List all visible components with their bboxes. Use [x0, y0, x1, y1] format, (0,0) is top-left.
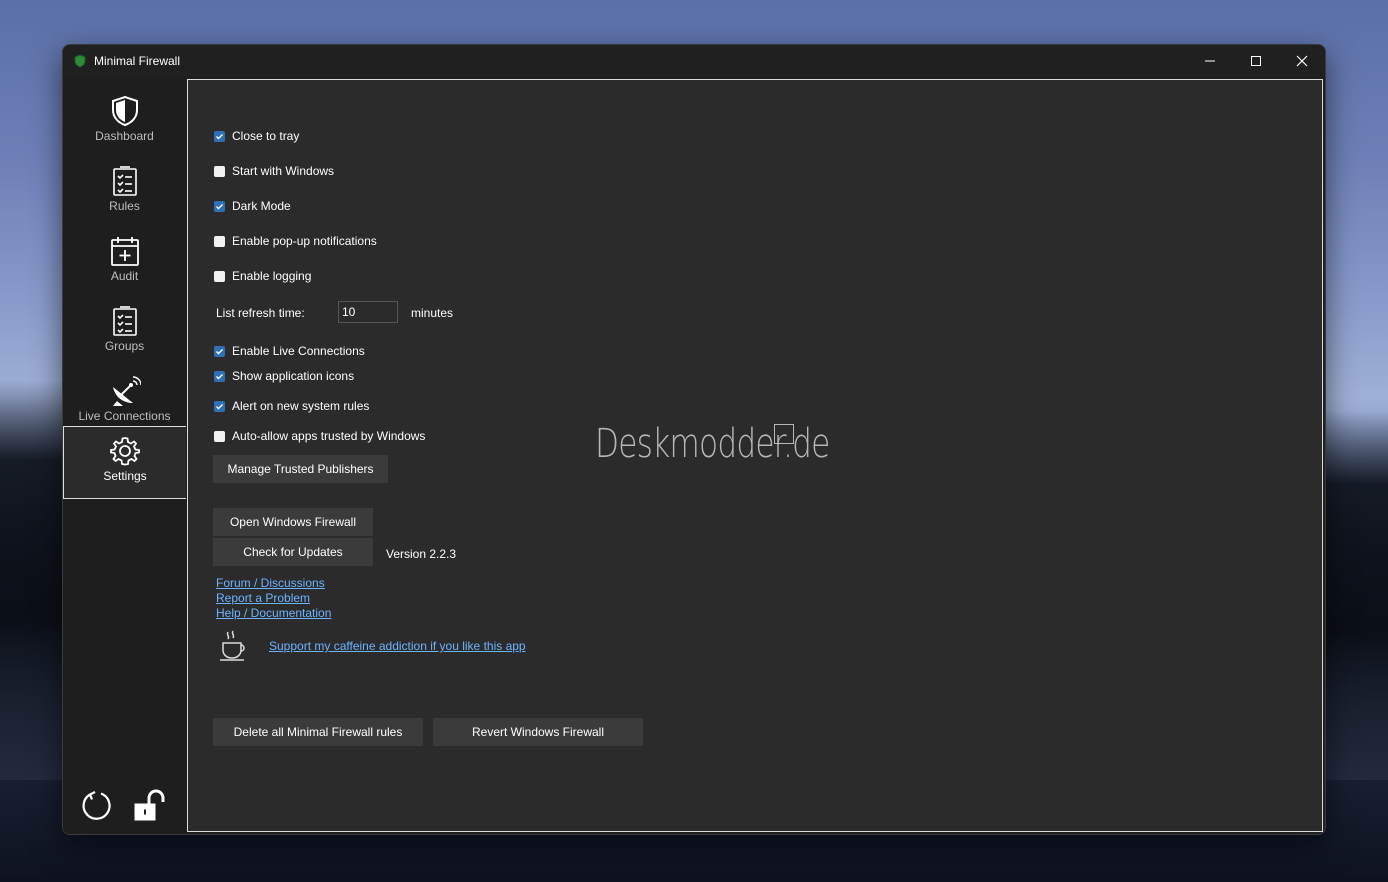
window-title: Minimal Firewall: [94, 54, 181, 68]
checkbox-label: Show application icons: [232, 369, 355, 383]
checkbox-unchecked[interactable]: [214, 165, 225, 177]
version-label: Version 2.2.3: [386, 547, 457, 561]
checklist-icon: [112, 306, 137, 336]
revert-windows-firewall-button[interactable]: Revert Windows Firewall: [433, 718, 643, 746]
sidebar-item-label: Live Connections: [78, 409, 171, 423]
maximize-icon: [1251, 56, 1261, 66]
checkbox-unchecked[interactable]: [214, 235, 225, 247]
checkbox-label: Auto-allow apps trusted by Windows: [232, 429, 426, 443]
forum-link[interactable]: Forum / Discussions: [216, 576, 325, 590]
sidebar-item-label: Rules: [109, 199, 140, 213]
checkbox-label: Enable logging: [232, 269, 312, 283]
sidebar-item-label: Groups: [104, 339, 145, 353]
satellite-dish-icon: [112, 376, 141, 406]
popup-notifications-checkbox[interactable]: Enable pop-up notifications: [214, 234, 377, 248]
close-button[interactable]: [1279, 45, 1325, 77]
logging-checkbox[interactable]: Enable logging: [214, 269, 311, 283]
live-connections-checkbox[interactable]: Enable Live Connections: [214, 344, 365, 358]
checkbox-label: Enable pop-up notifications: [232, 234, 377, 248]
start-with-windows-checkbox[interactable]: Start with Windows: [214, 164, 334, 178]
checkbox-checked[interactable]: [214, 370, 225, 382]
minimize-button[interactable]: [1187, 45, 1233, 77]
report-problem-link[interactable]: Report a Problem: [216, 591, 310, 605]
unlock-icon[interactable]: [132, 788, 168, 824]
watermark-text: Deskmodder.de: [595, 421, 830, 467]
settings-panel: Close to tray Start with Windows Dark Mo…: [187, 79, 1323, 832]
auto-allow-checkbox[interactable]: Auto-allow apps trusted by Windows: [214, 429, 425, 443]
help-link[interactable]: Help / Documentation: [216, 606, 331, 620]
checkbox-label: Close to tray: [232, 129, 300, 143]
shield-icon: [111, 95, 138, 127]
checkbox-checked[interactable]: [214, 130, 225, 142]
sidebar-item-label: Settings: [103, 469, 147, 483]
app-shield-icon: [74, 54, 86, 68]
checkbox-checked[interactable]: [214, 345, 225, 357]
checkbox-label: Alert on new system rules: [232, 399, 370, 413]
sidebar-item-rules[interactable]: Rules: [63, 157, 186, 227]
checklist-icon: [112, 166, 137, 196]
title-bar[interactable]: Minimal Firewall: [63, 45, 1325, 77]
checkbox-unchecked[interactable]: [214, 430, 225, 442]
checkbox-label: Start with Windows: [232, 164, 335, 178]
refresh-time-unit: minutes: [411, 306, 454, 320]
checkbox-checked[interactable]: [214, 400, 225, 412]
sidebar-item-label: Audit: [110, 269, 139, 283]
sidebar-item-groups[interactable]: Groups: [63, 297, 186, 367]
wallpaper-trees-right: [1318, 410, 1388, 780]
manage-trusted-publishers-button[interactable]: Manage Trusted Publishers: [213, 455, 388, 483]
checkbox-checked[interactable]: [214, 200, 225, 212]
wallpaper-trees-left: [0, 380, 70, 780]
refresh-time-label: List refresh time:: [216, 306, 305, 320]
sidebar-item-label: Dashboard: [95, 129, 154, 143]
dark-mode-checkbox[interactable]: Dark Mode: [214, 199, 291, 213]
delete-all-rules-button[interactable]: Delete all Minimal Firewall rules: [213, 718, 423, 746]
sidebar-item-dashboard[interactable]: Dashboard: [63, 87, 186, 157]
checkbox-unchecked[interactable]: [214, 270, 225, 282]
sidebar-item-audit[interactable]: Audit: [63, 227, 186, 297]
refresh-time-input[interactable]: [338, 301, 398, 323]
support-link[interactable]: Support my caffeine addiction if you lik…: [269, 639, 526, 653]
alert-system-rules-checkbox[interactable]: Alert on new system rules: [214, 399, 369, 413]
sidebar: Dashboard Rules Audit Groups Live Connec…: [63, 77, 186, 834]
open-windows-firewall-button[interactable]: Open Windows Firewall: [213, 508, 373, 536]
checkbox-label: Dark Mode: [232, 199, 291, 213]
minimize-icon: [1205, 60, 1215, 62]
watermark-logo: [774, 424, 794, 444]
calendar-add-icon: [110, 237, 139, 266]
maximize-button[interactable]: [1233, 45, 1279, 77]
gear-icon: [110, 437, 140, 466]
coffee-cup-icon: [220, 630, 245, 661]
sidebar-item-settings[interactable]: Settings: [63, 426, 186, 499]
close-icon: [1296, 55, 1308, 67]
refresh-icon[interactable]: [79, 788, 115, 824]
app-window: Minimal Firewall Dashboard Rules Audit G…: [62, 44, 1326, 835]
check-for-updates-button[interactable]: Check for Updates: [213, 538, 373, 566]
close-to-tray-checkbox[interactable]: Close to tray: [214, 129, 299, 143]
checkbox-label: Enable Live Connections: [232, 344, 365, 358]
app-icons-checkbox[interactable]: Show application icons: [214, 369, 354, 383]
